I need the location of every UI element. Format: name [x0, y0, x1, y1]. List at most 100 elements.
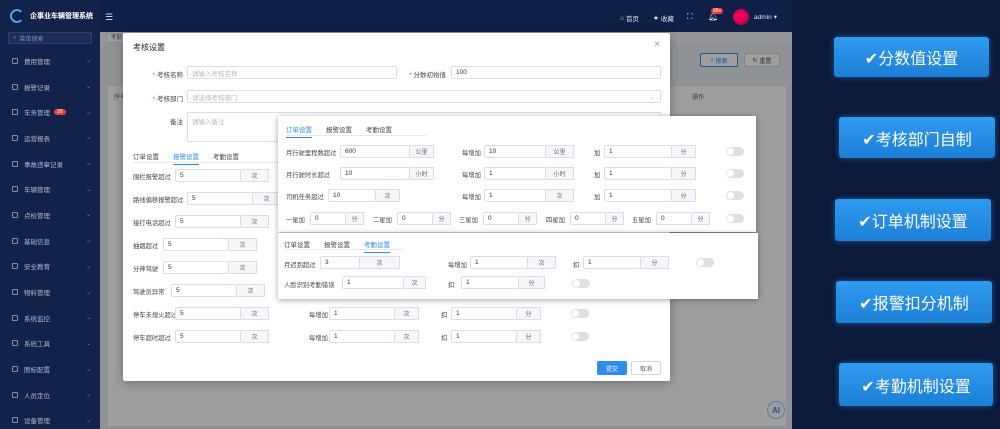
alarm-threshold-input[interactable]: 5 — [175, 169, 241, 182]
alarm-deduct-input[interactable]: 1 — [451, 330, 517, 343]
alarm-threshold-input[interactable]: 5 — [175, 330, 241, 343]
alarm-rule-toggle[interactable] — [571, 309, 589, 318]
order-bonus-input[interactable]: 1 — [604, 145, 672, 158]
face-error-input[interactable]: 1 — [342, 276, 404, 289]
face-error-label: 人脸识别考勤错误 — [284, 282, 335, 289]
fullscreen-icon[interactable]: ⛶ — [687, 12, 693, 22]
alarm-threshold-input[interactable]: 5 — [163, 238, 229, 251]
user-menu[interactable]: admin ▾ — [754, 13, 777, 22]
alarm-threshold-input[interactable]: 5 — [187, 192, 253, 205]
remark-label: 备注 — [170, 119, 183, 126]
feature-alarm-deduction: ✔报警扣分机制 — [836, 281, 992, 323]
feature-attendance-mechanism: ✔考勤机制设置 — [839, 363, 993, 406]
assessment-name-input[interactable]: 请输入考核名称 — [187, 66, 397, 79]
order-bonus-input[interactable]: 1 — [604, 189, 672, 202]
alarm-threshold-input[interactable]: 5 — [171, 284, 237, 297]
sidebar-item[interactable]: 车辆管理 ⌄ — [0, 176, 100, 202]
menu-item-icon — [12, 83, 18, 90]
menu-item-icon — [12, 314, 18, 321]
star-rule-toggle[interactable] — [726, 214, 744, 223]
star-bonus-label: 五星加 — [632, 217, 651, 224]
tab-1[interactable]: 报警设置 — [324, 239, 350, 253]
star-bonus-input[interactable]: 0 — [570, 212, 606, 225]
order-add-input[interactable]: 1 — [484, 189, 546, 202]
sidebar-item[interactable]: 设备管理 ⌄ — [0, 408, 100, 429]
sidebar-item[interactable]: 基础信息 ⌄ — [0, 228, 100, 254]
star-bonus-input[interactable]: 0 — [397, 212, 433, 225]
submit-button[interactable]: 提交 — [597, 361, 627, 375]
alarm-rule-label: 接打电话超过 — [133, 220, 171, 227]
order-add-input[interactable]: 1 — [484, 167, 546, 180]
alarm-threshold-input[interactable]: 5 — [163, 261, 229, 274]
face-rule-toggle[interactable] — [572, 279, 590, 288]
face-deduct-input[interactable]: 1 — [461, 276, 519, 289]
order-rule-toggle[interactable] — [726, 169, 744, 178]
alarm-rule-toggle[interactable] — [571, 332, 589, 341]
late-rule-toggle[interactable] — [696, 258, 714, 267]
order-rule-toggle[interactable] — [726, 191, 744, 200]
late-add-input[interactable]: 1 — [470, 256, 528, 269]
star-bonus-input[interactable]: 0 — [310, 212, 346, 225]
favorites-link[interactable]: ★ 收藏 — [653, 13, 674, 23]
sidebar-item-label: 图标配置 — [24, 367, 50, 375]
init-score-input[interactable]: 100 — [451, 66, 661, 79]
home-link[interactable]: ⌂ 首页 — [620, 13, 639, 24]
sidebar-item[interactable]: 运营报表 ⌄ — [0, 125, 100, 151]
sidebar-item[interactable]: 物料管理 ⌄ — [0, 279, 100, 305]
late-deduct-input[interactable]: 1 — [583, 256, 641, 269]
alarm-threshold-input[interactable]: 5 — [175, 215, 241, 228]
chevron-down-icon: ⌄ — [85, 84, 91, 91]
order-add-input[interactable]: 10 — [484, 145, 546, 158]
order-rule-toggle[interactable] — [726, 147, 744, 156]
menu-item-icon — [12, 186, 18, 193]
sidebar-item[interactable]: 费用管理 ⌄ — [0, 48, 100, 74]
alarm-rule-label: 路线偏移报警超过 — [133, 197, 184, 204]
cancel-button[interactable]: 取消 — [631, 361, 661, 375]
menu-item-icon — [12, 417, 18, 424]
order-bonus-label: 加 — [594, 172, 601, 179]
sidebar-item[interactable]: 车务管理 29 ⌄ — [0, 99, 100, 125]
tab-0[interactable]: 订单设置 — [284, 239, 310, 253]
sidebar-item[interactable]: 报警记录 ⌄ — [0, 74, 100, 100]
dept-select[interactable]: 请选择考核部门 ⌄ — [187, 90, 661, 103]
alarm-add-unit: 次 — [395, 307, 419, 320]
late-label: 月迟到超过 — [284, 262, 316, 269]
dialog-title: 考核设置 — [133, 43, 165, 52]
menu-toggle-icon[interactable]: ☰ — [105, 12, 113, 23]
app-title: 企事业车辆管理系统 — [30, 13, 93, 20]
avatar[interactable] — [733, 9, 749, 25]
chevron-down-icon: ⌄ — [85, 289, 91, 296]
alarm-add-input[interactable]: 1 — [329, 330, 395, 343]
alarm-threshold-input[interactable]: 5 — [175, 307, 241, 320]
alarm-add-input[interactable]: 1 — [329, 307, 395, 320]
sidebar-item[interactable]: 系统监控 ⌄ — [0, 305, 100, 331]
menu-item-icon — [12, 211, 18, 218]
order-threshold-input[interactable]: 10 — [328, 189, 376, 202]
sidebar-item-label: 安全教育 — [24, 264, 50, 272]
sidebar-item[interactable]: 点检管理 ⌄ — [0, 202, 100, 228]
alarm-deduct-input[interactable]: 1 — [451, 307, 517, 320]
sidebar-item-label: 系统监控 — [24, 315, 50, 323]
order-bonus-input[interactable]: 1 — [604, 167, 672, 180]
sidebar-item[interactable]: 事故违章记录 ⌄ — [0, 151, 100, 177]
sidebar-item[interactable]: 人员定位 ⌄ — [0, 382, 100, 408]
alarm-rule-label: 抽烟超过 — [133, 243, 159, 250]
sidebar-item-label: 物料管理 — [24, 290, 50, 298]
late-count-input[interactable]: 3 — [320, 256, 360, 269]
star-bonus-input[interactable]: 0 — [483, 212, 519, 225]
order-threshold-input[interactable]: 600 — [340, 145, 410, 158]
star-bonus-input[interactable]: 0 — [656, 212, 692, 225]
menu-item-icon — [12, 109, 18, 116]
order-threshold-input[interactable]: 10 — [340, 167, 410, 180]
tab-2[interactable]: 考勤设置 — [364, 239, 390, 253]
order-bonus-unit: 分 — [672, 167, 696, 180]
tabs-divider — [286, 135, 426, 136]
sidebar-item[interactable]: 图标配置 ⌄ — [0, 356, 100, 382]
sidebar-item[interactable]: 系统工具 ⌄ — [0, 331, 100, 357]
menu-search-input[interactable]: ⌕ 菜单搜索 — [8, 32, 92, 44]
order-add-unit: 公里 — [546, 145, 574, 158]
close-icon[interactable]: × — [654, 39, 660, 50]
sidebar-item[interactable]: 安全教育 ⌄ — [0, 254, 100, 280]
star-bonus-label: 二星加 — [373, 217, 392, 224]
notification-badge: 99+ — [711, 8, 724, 14]
